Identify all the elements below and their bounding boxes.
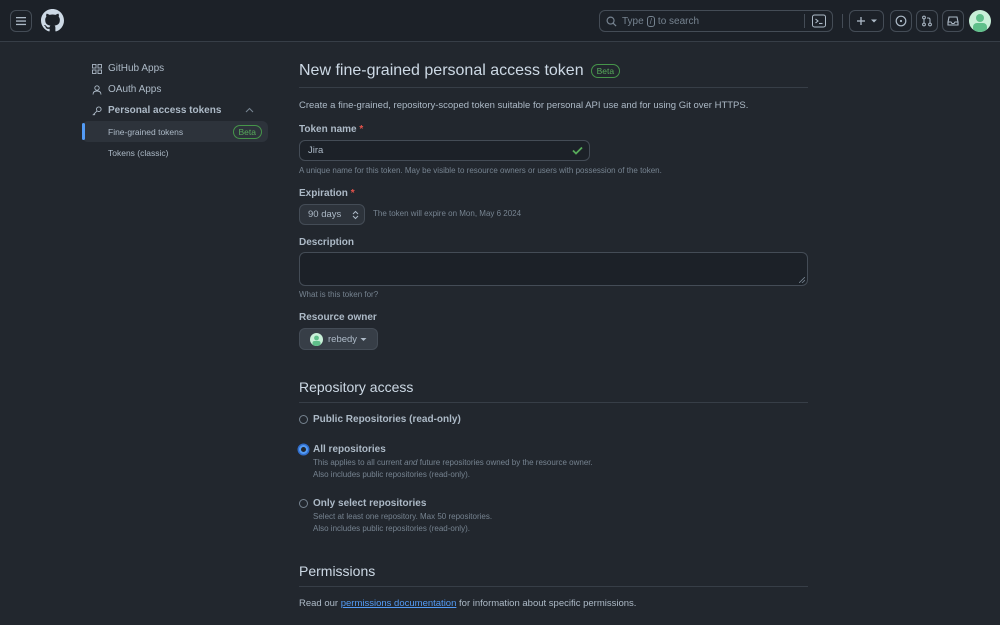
page-title: New fine-grained personal access token	[299, 62, 584, 79]
triangle-down-icon	[870, 19, 877, 23]
expiration-label-text: Expiration	[299, 188, 348, 199]
description-note: What is this token for?	[299, 290, 379, 299]
create-new-button[interactable]	[849, 10, 884, 32]
hamburger-icon	[16, 17, 26, 26]
apps-icon	[92, 63, 102, 74]
sidebar-item-tokens-classic[interactable]: Tokens (classic)	[82, 142, 268, 163]
search-separator	[804, 14, 805, 28]
expiration-select[interactable]: 90 days	[299, 204, 365, 225]
top-header: Type / to search	[0, 0, 1000, 42]
sidebar-subitem-label: Fine-grained tokens	[108, 126, 184, 137]
permissions-text-before: Read our	[299, 598, 341, 609]
title-divider	[299, 87, 808, 88]
search-input[interactable]: Type / to search	[599, 10, 833, 32]
triangle-down-icon	[360, 337, 367, 341]
select-arrows-icon	[352, 210, 359, 220]
radio-public-repositories[interactable]: Public Repositories (read-only)	[299, 414, 461, 425]
search-shortcut-key: /	[646, 15, 655, 27]
radio-button-checked[interactable]	[299, 445, 308, 454]
git-pull-request-icon	[922, 15, 932, 27]
intro-text: Create a fine-grained, repository-scoped…	[299, 100, 749, 111]
issues-button[interactable]	[890, 10, 912, 32]
pull-requests-button[interactable]	[916, 10, 938, 32]
token-name-label-text: Token name	[299, 124, 357, 135]
token-name-label: Token name *	[299, 124, 363, 135]
menu-button[interactable]	[10, 10, 32, 32]
owner-avatar	[310, 332, 323, 346]
resize-handle-icon[interactable]	[799, 277, 805, 283]
title-beta-badge: Beta	[590, 64, 621, 78]
sidebar-subitem-label: Tokens (classic)	[108, 147, 169, 158]
radio-label: Public Repositories (read-only)	[313, 414, 461, 425]
user-avatar[interactable]	[969, 10, 991, 32]
permissions-text: Read our permissions documentation for i…	[299, 598, 636, 609]
identicon-icon	[312, 335, 321, 346]
resource-owner-dropdown[interactable]: rebedy	[299, 328, 378, 350]
radio-all-repositories[interactable]: All repositories	[299, 444, 386, 455]
repository-access-divider	[299, 402, 808, 403]
plus-icon	[856, 17, 865, 25]
search-prefix: Type	[622, 15, 644, 27]
permissions-divider	[299, 586, 808, 587]
repository-access-title: Repository access	[299, 379, 414, 395]
expiration-note: The token will expire on Mon, May 6 2024	[373, 209, 522, 218]
select-repositories-description-2: Also includes public repositories (read-…	[313, 524, 470, 533]
key-icon	[92, 105, 102, 116]
radio-only-select-repositories[interactable]: Only select repositories	[299, 498, 426, 509]
select-repositories-description: Select at least one repository. Max 50 r…	[313, 512, 493, 521]
token-name-value: Jira	[308, 145, 324, 156]
beta-badge: Beta	[232, 125, 262, 139]
permissions-text-after: for information about specific permissio…	[456, 598, 637, 609]
inbox-button[interactable]	[942, 10, 964, 32]
desc-text: This applies to all current	[313, 458, 405, 467]
all-repositories-description: This applies to all current and future r…	[313, 457, 593, 469]
desc-text: future repositories owned by the resourc…	[417, 458, 593, 467]
sidebar-item-label: OAuth Apps	[108, 84, 162, 95]
token-name-input[interactable]: Jira	[299, 140, 590, 161]
settings-sidebar: GitHub Apps OAuth Apps Personal access t…	[82, 58, 268, 163]
identicon-icon	[973, 14, 987, 32]
radio-label: Only select repositories	[313, 498, 427, 509]
resource-owner-label: Resource owner	[299, 312, 377, 323]
desc-emphasis: and	[404, 458, 418, 467]
permissions-documentation-link[interactable]: permissions documentation	[341, 598, 457, 609]
page-header: New fine-grained personal access token B…	[299, 62, 621, 80]
person-icon	[92, 84, 102, 95]
search-icon	[606, 16, 617, 27]
all-repositories-description-2: Also includes public repositories (read-…	[313, 470, 470, 479]
chevron-up-icon[interactable]	[245, 107, 254, 113]
radio-button[interactable]	[299, 499, 308, 508]
expiration-label: Expiration *	[299, 188, 355, 199]
expiration-value: 90 days	[308, 209, 342, 220]
radio-label: All repositories	[313, 444, 386, 455]
check-icon	[572, 146, 583, 155]
sidebar-item-label: GitHub Apps	[108, 63, 165, 74]
command-palette-icon[interactable]	[812, 14, 826, 28]
issue-opened-icon	[895, 15, 907, 27]
sidebar-item-fine-grained-tokens[interactable]: Fine-grained tokens Beta	[82, 121, 268, 142]
sidebar-item-personal-access-tokens[interactable]: Personal access tokens	[82, 100, 268, 121]
resource-owner-value: rebedy	[328, 333, 358, 345]
token-name-note: A unique name for this token. May be vis…	[299, 166, 662, 175]
sidebar-item-oauth-apps[interactable]: OAuth Apps	[82, 79, 268, 100]
radio-button[interactable]	[299, 415, 308, 424]
header-divider	[842, 14, 843, 28]
permissions-title: Permissions	[299, 563, 376, 579]
description-label: Description	[299, 237, 355, 248]
description-textarea[interactable]	[299, 252, 808, 286]
required-marker: *	[359, 124, 364, 135]
sidebar-item-label: Personal access tokens	[108, 105, 222, 116]
required-marker: *	[350, 188, 355, 199]
search-suffix: to search	[657, 15, 700, 27]
inbox-icon	[947, 16, 959, 26]
sidebar-item-github-apps[interactable]: GitHub Apps	[82, 58, 268, 79]
github-logo-icon[interactable]	[41, 9, 64, 32]
